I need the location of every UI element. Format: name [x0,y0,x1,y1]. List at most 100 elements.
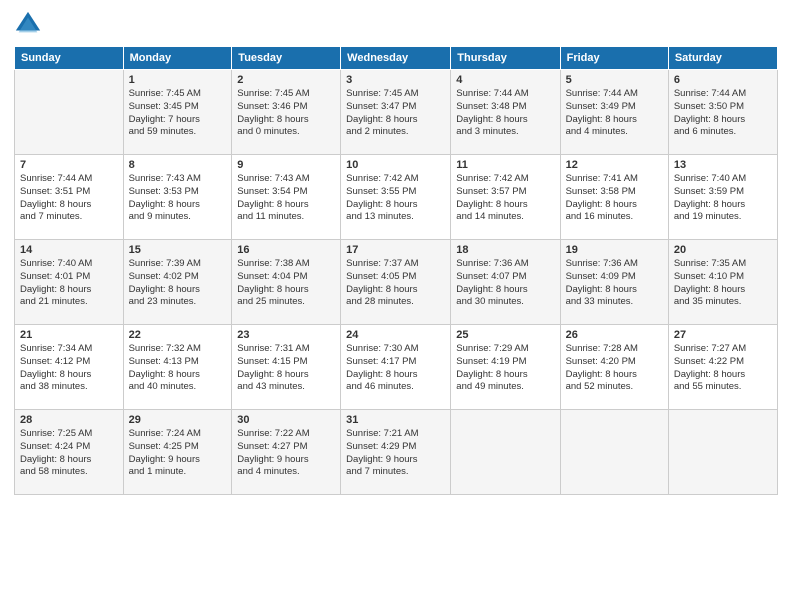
day-details: Sunrise: 7:40 AMSunset: 3:59 PMDaylight:… [674,173,772,224]
day-number: 14 [20,244,118,256]
day-number: 7 [20,159,118,171]
day-details: Sunrise: 7:34 AMSunset: 4:12 PMDaylight:… [20,343,118,394]
day-details: Sunrise: 7:28 AMSunset: 4:20 PMDaylight:… [566,343,663,394]
day-number: 20 [674,244,772,256]
calendar-cell: 8 Sunrise: 7:43 AMSunset: 3:53 PMDaylight… [123,155,232,240]
calendar-cell: 28 Sunrise: 7:25 AMSunset: 4:24 PMDayligh… [15,410,124,495]
day-number: 24 [346,329,445,341]
calendar-header: SundayMondayTuesdayWednesdayThursdayFrid… [15,47,778,70]
day-details: Sunrise: 7:22 AMSunset: 4:27 PMDaylight:… [237,428,335,479]
day-number: 9 [237,159,335,171]
day-details: Sunrise: 7:27 AMSunset: 4:22 PMDaylight:… [674,343,772,394]
header-day-tuesday: Tuesday [232,47,341,70]
calendar-cell: 19 Sunrise: 7:36 AMSunset: 4:09 PMDayligh… [560,240,668,325]
header-day-thursday: Thursday [451,47,560,70]
calendar-cell: 4 Sunrise: 7:44 AMSunset: 3:48 PMDaylight… [451,70,560,155]
day-number: 8 [129,159,227,171]
calendar-cell: 6 Sunrise: 7:44 AMSunset: 3:50 PMDaylight… [668,70,777,155]
day-details: Sunrise: 7:44 AMSunset: 3:48 PMDaylight:… [456,88,554,139]
header-row: SundayMondayTuesdayWednesdayThursdayFrid… [15,47,778,70]
calendar-cell [451,410,560,495]
calendar-cell: 7 Sunrise: 7:44 AMSunset: 3:51 PMDaylight… [15,155,124,240]
header-day-wednesday: Wednesday [341,47,451,70]
calendar-cell: 1Sunrise: 7:45 AMSunset: 3:45 PMDaylight… [123,70,232,155]
week-row-0: 1Sunrise: 7:45 AMSunset: 3:45 PMDaylight… [15,70,778,155]
day-details: Sunrise: 7:38 AMSunset: 4:04 PMDaylight:… [237,258,335,309]
calendar-cell [668,410,777,495]
day-number: 23 [237,329,335,341]
day-number: 22 [129,329,227,341]
day-details: Sunrise: 7:44 AMSunset: 3:51 PMDaylight:… [20,173,118,224]
calendar-cell: 14 Sunrise: 7:40 AMSunset: 4:01 PMDayligh… [15,240,124,325]
day-number: 16 [237,244,335,256]
calendar-cell: 18 Sunrise: 7:36 AMSunset: 4:07 PMDayligh… [451,240,560,325]
day-details: Sunrise: 7:36 AMSunset: 4:09 PMDaylight:… [566,258,663,309]
calendar-cell: 24 Sunrise: 7:30 AMSunset: 4:17 PMDayligh… [341,325,451,410]
day-details: Sunrise: 7:25 AMSunset: 4:24 PMDaylight:… [20,428,118,479]
day-details: Sunrise: 7:44 AMSunset: 3:50 PMDaylight:… [674,88,772,139]
calendar-cell: 23 Sunrise: 7:31 AMSunset: 4:15 PMDayligh… [232,325,341,410]
calendar-cell: 31 Sunrise: 7:21 AMSunset: 4:29 PMDayligh… [341,410,451,495]
day-number: 28 [20,414,118,426]
day-details: Sunrise: 7:45 AMSunset: 3:46 PMDaylight:… [237,88,335,139]
calendar-cell: 26 Sunrise: 7:28 AMSunset: 4:20 PMDayligh… [560,325,668,410]
day-details: Sunrise: 7:30 AMSunset: 4:17 PMDaylight:… [346,343,445,394]
day-details: Sunrise: 7:24 AMSunset: 4:25 PMDaylight:… [129,428,227,479]
week-row-1: 7 Sunrise: 7:44 AMSunset: 3:51 PMDaylight… [15,155,778,240]
calendar-cell: 10 Sunrise: 7:42 AMSunset: 3:55 PMDayligh… [341,155,451,240]
day-details: Sunrise: 7:44 AMSunset: 3:49 PMDaylight:… [566,88,663,139]
day-details: Sunrise: 7:45 AMSunset: 3:47 PMDaylight:… [346,88,445,139]
calendar-cell: 5 Sunrise: 7:44 AMSunset: 3:49 PMDaylight… [560,70,668,155]
day-number: 17 [346,244,445,256]
day-details: Sunrise: 7:32 AMSunset: 4:13 PMDaylight:… [129,343,227,394]
day-number: 10 [346,159,445,171]
day-details: Sunrise: 7:35 AMSunset: 4:10 PMDaylight:… [674,258,772,309]
day-number: 18 [456,244,554,256]
calendar-cell: 20 Sunrise: 7:35 AMSunset: 4:10 PMDayligh… [668,240,777,325]
week-row-3: 21 Sunrise: 7:34 AMSunset: 4:12 PMDayligh… [15,325,778,410]
day-number: 27 [674,329,772,341]
day-details: Sunrise: 7:43 AMSunset: 3:54 PMDaylight:… [237,173,335,224]
day-number: 25 [456,329,554,341]
day-number: 11 [456,159,554,171]
day-number: 19 [566,244,663,256]
day-details: Sunrise: 7:31 AMSunset: 4:15 PMDaylight:… [237,343,335,394]
day-details: Sunrise: 7:42 AMSunset: 3:57 PMDaylight:… [456,173,554,224]
header-day-monday: Monday [123,47,232,70]
day-details: Sunrise: 7:40 AMSunset: 4:01 PMDaylight:… [20,258,118,309]
header-day-sunday: Sunday [15,47,124,70]
calendar-cell [15,70,124,155]
day-number: 21 [20,329,118,341]
day-number: 4 [456,74,554,86]
calendar-cell: 15Sunrise: 7:39 AMSunset: 4:02 PMDayligh… [123,240,232,325]
logo [14,10,46,38]
calendar-body: 1Sunrise: 7:45 AMSunset: 3:45 PMDaylight… [15,70,778,495]
calendar-cell [560,410,668,495]
calendar-cell: 21 Sunrise: 7:34 AMSunset: 4:12 PMDayligh… [15,325,124,410]
calendar-cell: 3 Sunrise: 7:45 AMSunset: 3:47 PMDaylight… [341,70,451,155]
calendar-cell: 17Sunrise: 7:37 AMSunset: 4:05 PMDayligh… [341,240,451,325]
calendar-cell: 22 Sunrise: 7:32 AMSunset: 4:13 PMDayligh… [123,325,232,410]
logo-icon [14,10,42,38]
day-details: Sunrise: 7:21 AMSunset: 4:29 PMDaylight:… [346,428,445,479]
day-number: 30 [237,414,335,426]
day-details: Sunrise: 7:29 AMSunset: 4:19 PMDaylight:… [456,343,554,394]
day-number: 5 [566,74,663,86]
calendar-cell: 9 Sunrise: 7:43 AMSunset: 3:54 PMDaylight… [232,155,341,240]
day-number: 15 [129,244,227,256]
day-number: 26 [566,329,663,341]
day-number: 13 [674,159,772,171]
day-number: 29 [129,414,227,426]
day-details: Sunrise: 7:42 AMSunset: 3:55 PMDaylight:… [346,173,445,224]
calendar-cell: 2Sunrise: 7:45 AMSunset: 3:46 PMDaylight… [232,70,341,155]
day-number: 31 [346,414,445,426]
calendar-cell: 30 Sunrise: 7:22 AMSunset: 4:27 PMDayligh… [232,410,341,495]
calendar-cell: 11 Sunrise: 7:42 AMSunset: 3:57 PMDayligh… [451,155,560,240]
header-day-friday: Friday [560,47,668,70]
day-details: Sunrise: 7:36 AMSunset: 4:07 PMDaylight:… [456,258,554,309]
calendar-cell: 12Sunrise: 7:41 AMSunset: 3:58 PMDayligh… [560,155,668,240]
day-number: 6 [674,74,772,86]
day-number: 1 [129,74,227,86]
day-number: 3 [346,74,445,86]
day-details: Sunrise: 7:43 AMSunset: 3:53 PMDaylight:… [129,173,227,224]
